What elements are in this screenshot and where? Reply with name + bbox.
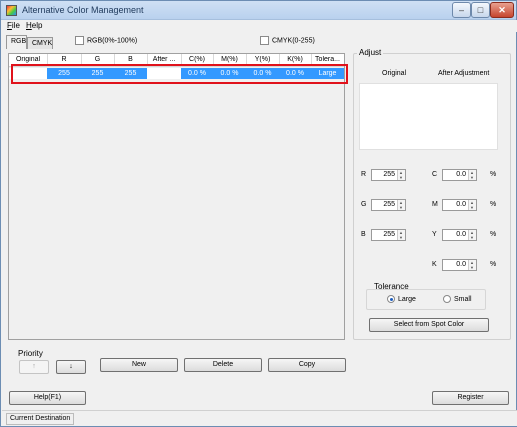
col-m[interactable]: M(%) (213, 56, 246, 63)
tolerance-large-radio[interactable] (387, 295, 395, 303)
help-button[interactable]: Help(F1) (9, 391, 86, 405)
k-label: K (432, 261, 437, 268)
tab-cmyk[interactable]: CMYK (27, 37, 53, 49)
r-spinbox[interactable]: 255 ▲ ▼ (371, 169, 406, 181)
adjust-group: Adjust Original After Adjustment R 255 ▲… (353, 48, 511, 340)
window-title: Alternative Color Management (22, 5, 144, 15)
rgb-percent-label: RGB(0%-100%) (87, 37, 138, 45)
b-spin-arrows[interactable]: ▲ ▼ (397, 230, 405, 240)
menu-file[interactable]: File (7, 21, 20, 30)
minimize-button[interactable]: – (452, 2, 471, 18)
b-spinbox[interactable]: 255 ▲ ▼ (371, 229, 406, 241)
r-value: 255 (383, 171, 395, 178)
cmyk-255-option[interactable]: CMYK(0-255) (260, 36, 315, 45)
k-unit: % (490, 261, 497, 268)
after-adjustment-label: After Adjustment (438, 70, 490, 77)
r-label: R (361, 171, 367, 178)
maximize-button[interactable]: □ (471, 2, 490, 18)
m-value: 0.0 (456, 201, 466, 208)
tolerance-group: Large Small (366, 289, 486, 310)
app-icon (6, 5, 17, 16)
color-preview (359, 83, 498, 150)
c-value: 0.0 (456, 171, 466, 178)
close-button[interactable]: ✕ (490, 2, 514, 18)
tolerance-small-option[interactable]: Small (443, 295, 472, 303)
status-current-destination: Current Destination (6, 413, 75, 425)
y-label: Y (432, 231, 437, 238)
cmyk-255-label: CMYK(0-255) (272, 37, 315, 45)
col-y[interactable]: Y(%) (246, 56, 279, 63)
tolerance-small-label: Small (454, 295, 472, 303)
app-window: Alternative Color Management – □ ✕ File … (0, 0, 517, 427)
y-unit: % (490, 231, 497, 238)
g-label: G (361, 201, 367, 208)
title-bar: Alternative Color Management – □ ✕ (1, 1, 516, 20)
menu-bar: File Help (2, 20, 517, 32)
register-button[interactable]: Register (432, 391, 509, 405)
g-spinbox[interactable]: 255 ▲ ▼ (371, 199, 406, 211)
r-spin-arrows[interactable]: ▲ ▼ (397, 170, 405, 180)
k-spin-arrows[interactable]: ▲ ▼ (468, 260, 476, 270)
row-highlight-annotation (11, 64, 348, 84)
col-b[interactable]: B (114, 56, 147, 63)
menu-help[interactable]: Help (26, 21, 42, 30)
rgb-percent-option[interactable]: RGB(0%-100%) (75, 36, 137, 45)
col-r[interactable]: R (47, 56, 81, 63)
delete-button[interactable]: Delete (184, 358, 262, 372)
copy-button[interactable]: Copy (268, 358, 346, 372)
y-spinbox[interactable]: 0.0 ▲ ▼ (442, 229, 477, 241)
c-unit: % (490, 171, 497, 178)
rgb-percent-checkbox[interactable] (75, 36, 84, 45)
select-spot-color-button[interactable]: Select from Spot Color (369, 318, 489, 332)
col-c[interactable]: C(%) (181, 56, 213, 63)
y-spin-arrows[interactable]: ▲ ▼ (468, 230, 476, 240)
m-spinbox[interactable]: 0.0 ▲ ▼ (442, 199, 477, 211)
c-spinbox[interactable]: 0.0 ▲ ▼ (442, 169, 477, 181)
col-after[interactable]: After ... (147, 56, 181, 63)
c-label: C (432, 171, 438, 178)
c-spin-arrows[interactable]: ▲ ▼ (468, 170, 476, 180)
status-bar: Current Destination (2, 410, 517, 426)
cmyk-255-checkbox[interactable] (260, 36, 269, 45)
m-unit: % (490, 201, 497, 208)
color-table[interactable]: Original R G B After ... C(%) M(%) Y(%) … (8, 53, 345, 340)
tolerance-large-option[interactable]: Large (387, 295, 416, 303)
priority-label: Priority (18, 349, 43, 358)
g-value: 255 (383, 201, 395, 208)
priority-up-button[interactable]: ↑ (19, 360, 49, 374)
k-spinbox[interactable]: 0.0 ▲ ▼ (442, 259, 477, 271)
k-value: 0.0 (456, 261, 466, 268)
new-button[interactable]: New (100, 358, 178, 372)
col-k[interactable]: K(%) (279, 56, 311, 63)
col-tolerance[interactable]: Tolera... (311, 56, 344, 63)
tab-rgb[interactable]: RGB (6, 35, 27, 49)
b-label: B (361, 231, 366, 238)
tolerance-large-label: Large (398, 295, 416, 303)
col-g[interactable]: G (81, 56, 114, 63)
tolerance-small-radio[interactable] (443, 295, 451, 303)
adjust-title: Adjust (357, 48, 384, 57)
m-label: M (432, 201, 438, 208)
g-spin-arrows[interactable]: ▲ ▼ (397, 200, 405, 210)
m-spin-arrows[interactable]: ▲ ▼ (468, 200, 476, 210)
col-original[interactable]: Original (9, 56, 47, 63)
b-value: 255 (383, 231, 395, 238)
y-value: 0.0 (456, 231, 466, 238)
original-label: Original (382, 70, 407, 77)
priority-down-button[interactable]: ↓ (56, 360, 86, 374)
